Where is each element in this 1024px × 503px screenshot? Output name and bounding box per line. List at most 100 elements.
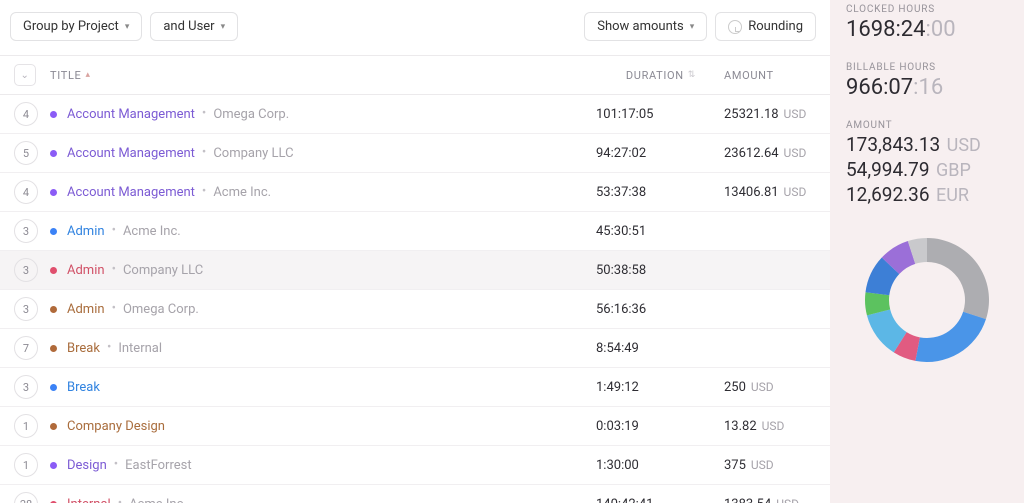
project-color-dot (50, 111, 57, 118)
rounding-button[interactable]: Rounding (715, 12, 816, 41)
project-name[interactable]: Admin (67, 263, 105, 278)
table-row[interactable]: 7 Break • Internal 8:54:49 (0, 329, 830, 368)
sort-icon: ⇅ (688, 70, 696, 80)
chevron-down-icon: ⌄ (20, 70, 29, 81)
duration-cell: 94:27:02 (586, 146, 696, 161)
project-color-dot (50, 462, 57, 469)
duration-cell: 56:16:36 (586, 302, 696, 317)
project-name[interactable]: Admin (67, 302, 105, 317)
table-header: ⌄ TITLE ▴ DURATION ⇅ AMOUNT (0, 55, 830, 95)
table-row[interactable]: 1 Company Design 0:03:19 13.82 USD (0, 407, 830, 446)
and-user-dropdown[interactable]: and User ▾ (150, 12, 238, 41)
count-badge[interactable]: 3 (14, 375, 38, 399)
project-name[interactable]: Break (67, 380, 100, 395)
count-badge[interactable]: 3 (14, 219, 38, 243)
duration-cell: 101:17:05 (586, 107, 696, 122)
amount-block: AMOUNT 173,843.13 USD54,994.79 GBP12,692… (846, 116, 1008, 206)
table-row[interactable]: 4 Account Management •Acme Inc. 53:37:38… (0, 173, 830, 212)
currency-code: USD (759, 419, 785, 433)
amount-value: 12,692.36 (846, 183, 930, 206)
table-row[interactable]: 4 Account Management •Omega Corp. 101:17… (0, 95, 830, 134)
donut-slice[interactable] (915, 312, 986, 362)
table-row[interactable]: 3 Admin •Company LLC 50:38:58 (0, 251, 830, 290)
count-badge[interactable]: 4 (14, 180, 38, 204)
project-name[interactable]: Account Management (67, 146, 195, 161)
column-header-duration[interactable]: DURATION ⇅ (586, 69, 696, 82)
duration-cell: 50:38:58 (586, 263, 696, 278)
chevron-down-icon: ▾ (690, 22, 695, 32)
duration-cell: 140:42:41 (586, 497, 696, 503)
and-user-label: and User (163, 19, 214, 34)
title-cell: Admin •Company LLC (50, 263, 586, 278)
project-color-dot (50, 228, 57, 235)
separator-dot: • (202, 106, 206, 121)
count-badge[interactable]: 4 (14, 102, 38, 126)
group-by-project-dropdown[interactable]: Group by Project ▾ (10, 12, 142, 41)
clock-icon (728, 20, 742, 34)
separator-dot: • (118, 496, 122, 503)
amount-cell: 25321.18 USD (696, 107, 816, 122)
amount-cell: 250 USD (696, 380, 816, 395)
project-color-dot (50, 150, 57, 157)
amount-cell: 1383.54 USD (696, 497, 816, 503)
title-cell: Design •EastForrest (50, 458, 586, 473)
amount-header-label: AMOUNT (724, 69, 774, 82)
title-cell: Account Management •Acme Inc. (50, 185, 586, 200)
chevron-down-icon: ▾ (221, 22, 226, 32)
title-cell: Account Management •Omega Corp. (50, 107, 586, 122)
duration-cell: 1:30:00 (586, 458, 696, 473)
project-name[interactable]: Internal (67, 497, 111, 503)
billable-main: 966:07 (846, 75, 913, 100)
toolbar-left: Group by Project ▾ and User ▾ (10, 12, 238, 41)
project-name[interactable]: Account Management (67, 185, 195, 200)
table-row[interactable]: 5 Account Management • Company LLC 94:27:… (0, 134, 830, 173)
count-badge[interactable]: 1 (14, 414, 38, 438)
separator-dot: • (107, 340, 111, 355)
main-panel: Group by Project ▾ and User ▾ Show amoun… (0, 0, 830, 503)
column-header-amount[interactable]: AMOUNT (696, 69, 816, 82)
show-amounts-label: Show amounts (597, 19, 683, 34)
project-name[interactable]: Company Design (67, 419, 165, 434)
amount-line: 12,692.36 EUR (846, 183, 1008, 206)
title-cell: Company Design (50, 419, 586, 434)
table-row[interactable]: 3 Break 1:49:12 250 USD (0, 368, 830, 407)
table-row[interactable]: 28 Internal • Acme Inc. 140:42:41 1383.54… (0, 485, 830, 503)
billable-hours-value: 966:07:16 (846, 75, 1008, 100)
column-header-title[interactable]: TITLE ▴ (50, 69, 586, 82)
client-name: Company LLC (213, 146, 293, 161)
separator-dot: • (202, 145, 206, 160)
clocked-sec: :00 (926, 17, 956, 42)
table-row[interactable]: 3 Admin •Acme Inc. 45:30:51 (0, 212, 830, 251)
client-name: Internal (118, 341, 162, 356)
toolbar: Group by Project ▾ and User ▾ Show amoun… (0, 12, 830, 55)
expand-all-button[interactable]: ⌄ (14, 64, 36, 86)
project-color-dot (50, 384, 57, 391)
project-name[interactable]: Account Management (67, 107, 195, 122)
table-row[interactable]: 1 Design •EastForrest 1:30:00 375 USD (0, 446, 830, 485)
project-name[interactable]: Design (67, 458, 107, 473)
donut-slice[interactable] (927, 238, 989, 319)
amount-cell: 13406.81 USD (696, 185, 816, 200)
count-badge[interactable]: 28 (14, 492, 38, 503)
show-amounts-dropdown[interactable]: Show amounts ▾ (584, 12, 707, 41)
rounding-label: Rounding (748, 19, 803, 34)
title-cell: Break (50, 380, 586, 395)
count-badge[interactable]: 1 (14, 453, 38, 477)
count-badge[interactable]: 7 (14, 336, 38, 360)
amount-currency: USD (942, 135, 981, 156)
duration-cell: 8:54:49 (586, 341, 696, 356)
amount-currency: GBP (932, 160, 971, 181)
currency-code: USD (781, 185, 807, 199)
count-badge[interactable]: 3 (14, 297, 38, 321)
count-badge[interactable]: 5 (14, 141, 38, 165)
billable-sec: :16 (913, 75, 943, 100)
sort-asc-icon: ▴ (85, 70, 90, 80)
project-name[interactable]: Admin (67, 224, 105, 239)
count-badge[interactable]: 3 (14, 258, 38, 282)
project-name[interactable]: Break (67, 341, 100, 356)
amount-cell: 375 USD (696, 458, 816, 473)
project-color-dot (50, 306, 57, 313)
table-row[interactable]: 3 Admin •Omega Corp. 56:16:36 (0, 290, 830, 329)
client-name: Acme Inc. (129, 497, 187, 503)
separator-dot: • (112, 223, 116, 238)
